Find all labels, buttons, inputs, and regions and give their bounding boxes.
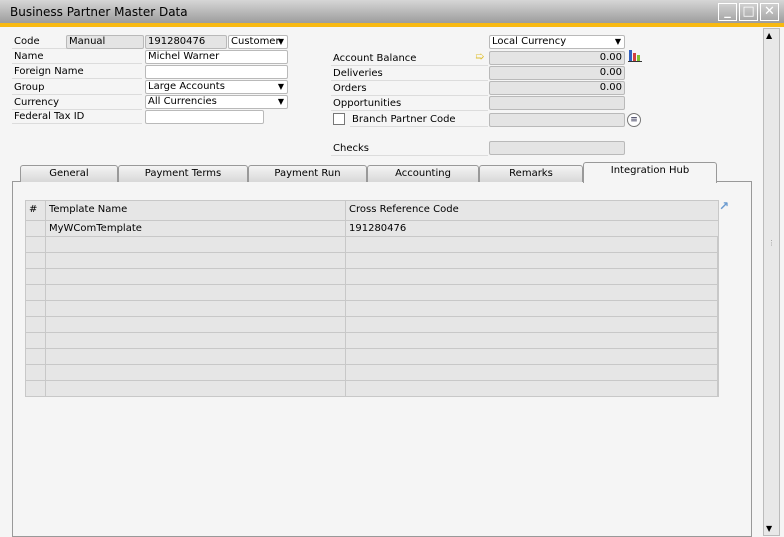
name-label: Name bbox=[12, 49, 142, 64]
grid-header-number[interactable]: # bbox=[26, 201, 46, 221]
tab-general[interactable]: General bbox=[20, 165, 118, 182]
name-input[interactable]: Michel Warner bbox=[145, 50, 288, 64]
grid-empty-cell[interactable] bbox=[346, 269, 718, 285]
checks-label: Checks bbox=[331, 141, 488, 156]
tab-payment-run[interactable]: Payment Run bbox=[248, 165, 367, 182]
branch-partner-field bbox=[489, 113, 625, 127]
grid-empty-cell[interactable] bbox=[46, 365, 346, 381]
grid-empty-cell[interactable] bbox=[346, 285, 718, 301]
grid-empty-cell[interactable] bbox=[46, 237, 346, 253]
orders-label: Orders bbox=[331, 81, 488, 96]
branch-partner-checkbox[interactable] bbox=[333, 113, 345, 125]
grid-header-cross-reference[interactable]: Cross Reference Code bbox=[346, 201, 718, 221]
grid-empty-cell[interactable] bbox=[46, 301, 346, 317]
grid-empty-cell[interactable] bbox=[346, 333, 718, 349]
window-title: Business Partner Master Data bbox=[10, 5, 188, 19]
grid-empty-cell[interactable] bbox=[26, 285, 46, 301]
list-icon[interactable]: ≡ bbox=[627, 113, 641, 127]
grid-empty-cell[interactable] bbox=[346, 237, 718, 253]
expand-arrow-icon[interactable]: ↗ bbox=[719, 200, 731, 212]
grid-empty-cell[interactable] bbox=[26, 269, 46, 285]
grid-cell-cross-reference[interactable]: 191280476 bbox=[346, 221, 718, 237]
grid-empty-cell[interactable] bbox=[46, 381, 346, 397]
grid-empty-cell[interactable] bbox=[346, 317, 718, 333]
tab-payment-terms[interactable]: Payment Terms bbox=[118, 165, 248, 182]
grid-empty-cell[interactable] bbox=[46, 269, 346, 285]
grid-cell-template-name[interactable]: MyWComTemplate bbox=[46, 221, 346, 237]
opportunities-label: Opportunities bbox=[331, 96, 488, 111]
deliveries-field: 0.00 bbox=[489, 66, 625, 80]
branch-partner-label: Branch Partner Code bbox=[350, 112, 488, 127]
grid-empty-cell[interactable] bbox=[26, 301, 46, 317]
bar-chart-icon[interactable] bbox=[628, 48, 642, 62]
tab-integration-hub[interactable]: Integration Hub bbox=[583, 162, 717, 183]
account-balance-label: Account Balance bbox=[331, 51, 488, 66]
opportunities-field bbox=[489, 96, 625, 110]
grid-header-template-name[interactable]: Template Name bbox=[46, 201, 346, 221]
close-button[interactable]: ✕ bbox=[760, 3, 779, 21]
account-balance-field: 0.00 bbox=[489, 51, 625, 65]
grid-empty-cell[interactable] bbox=[346, 365, 718, 381]
link-arrow-icon[interactable]: ➯ bbox=[475, 50, 484, 63]
federal-tax-label: Federal Tax ID bbox=[12, 109, 142, 124]
grid-empty-cell[interactable] bbox=[26, 317, 46, 333]
scroll-grip-icon[interactable]: ⋮ bbox=[768, 239, 775, 247]
checks-field bbox=[489, 141, 625, 155]
grid-empty-cell[interactable] bbox=[26, 381, 46, 397]
template-grid: # Template Name Cross Reference Code MyW… bbox=[25, 200, 719, 397]
grid-empty-cell[interactable] bbox=[26, 237, 46, 253]
grid-row-number[interactable] bbox=[26, 221, 46, 237]
title-accent-bar bbox=[0, 23, 784, 27]
vertical-scrollbar[interactable]: ▲ ⋮ ▼ bbox=[763, 28, 780, 536]
grid-empty-cell[interactable] bbox=[346, 253, 718, 269]
orders-field: 0.00 bbox=[489, 81, 625, 95]
tab-accounting[interactable]: Accounting bbox=[367, 165, 479, 182]
bp-type-select[interactable]: Customer bbox=[228, 35, 288, 49]
grid-empty-cell[interactable] bbox=[46, 285, 346, 301]
grid-empty-cell[interactable] bbox=[346, 381, 718, 397]
grid-empty-cell[interactable] bbox=[26, 365, 46, 381]
grid-empty-cell[interactable] bbox=[46, 349, 346, 365]
grid-empty-cell[interactable] bbox=[46, 317, 346, 333]
code-input[interactable]: 191280476 bbox=[145, 35, 227, 49]
grid-empty-cell[interactable] bbox=[46, 253, 346, 269]
group-select[interactable]: Large Accounts bbox=[145, 80, 288, 94]
grid-empty-cell[interactable] bbox=[26, 253, 46, 269]
federal-tax-input[interactable] bbox=[145, 110, 264, 124]
balance-currency-select[interactable]: Local Currency bbox=[489, 35, 625, 49]
currency-label: Currency bbox=[12, 95, 142, 110]
code-series-select[interactable]: Manual bbox=[66, 35, 144, 49]
currency-select[interactable]: All Currencies bbox=[145, 95, 288, 109]
grid-empty-cell[interactable] bbox=[46, 333, 346, 349]
foreign-name-input[interactable] bbox=[145, 65, 288, 79]
scroll-up-icon[interactable]: ▲ bbox=[766, 31, 772, 40]
maximize-button[interactable]: □ bbox=[739, 3, 758, 21]
group-label: Group bbox=[12, 80, 142, 95]
grid-empty-cell[interactable] bbox=[26, 349, 46, 365]
tab-remarks[interactable]: Remarks bbox=[479, 165, 583, 182]
deliveries-label: Deliveries bbox=[331, 66, 488, 81]
grid-empty-cell[interactable] bbox=[346, 301, 718, 317]
minimize-button[interactable]: _ bbox=[718, 3, 737, 21]
grid-empty-cell[interactable] bbox=[346, 349, 718, 365]
scroll-down-icon[interactable]: ▼ bbox=[766, 524, 772, 533]
foreign-name-label: Foreign Name bbox=[12, 64, 142, 79]
grid-empty-cell[interactable] bbox=[26, 333, 46, 349]
